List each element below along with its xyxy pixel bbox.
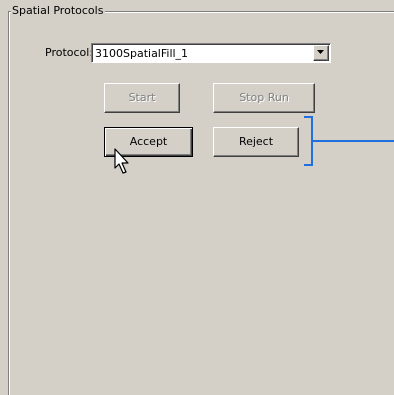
reject-button[interactable]: Reject [213,127,299,157]
chevron-down-icon [317,50,324,54]
stop-run-button[interactable]: Stop Run [213,83,315,113]
protocol-label: Protocol: [45,46,94,59]
mouse-cursor-icon [114,148,129,174]
protocol-dropdown-button[interactable] [313,45,329,61]
start-button[interactable]: Start [104,83,180,113]
spatial-protocols-group [8,11,394,395]
group-title: Spatial Protocols [11,4,106,17]
protocol-select[interactable]: 3100SpatialFill_1 [91,43,331,63]
protocol-select-value: 3100SpatialFill_1 [95,47,189,60]
